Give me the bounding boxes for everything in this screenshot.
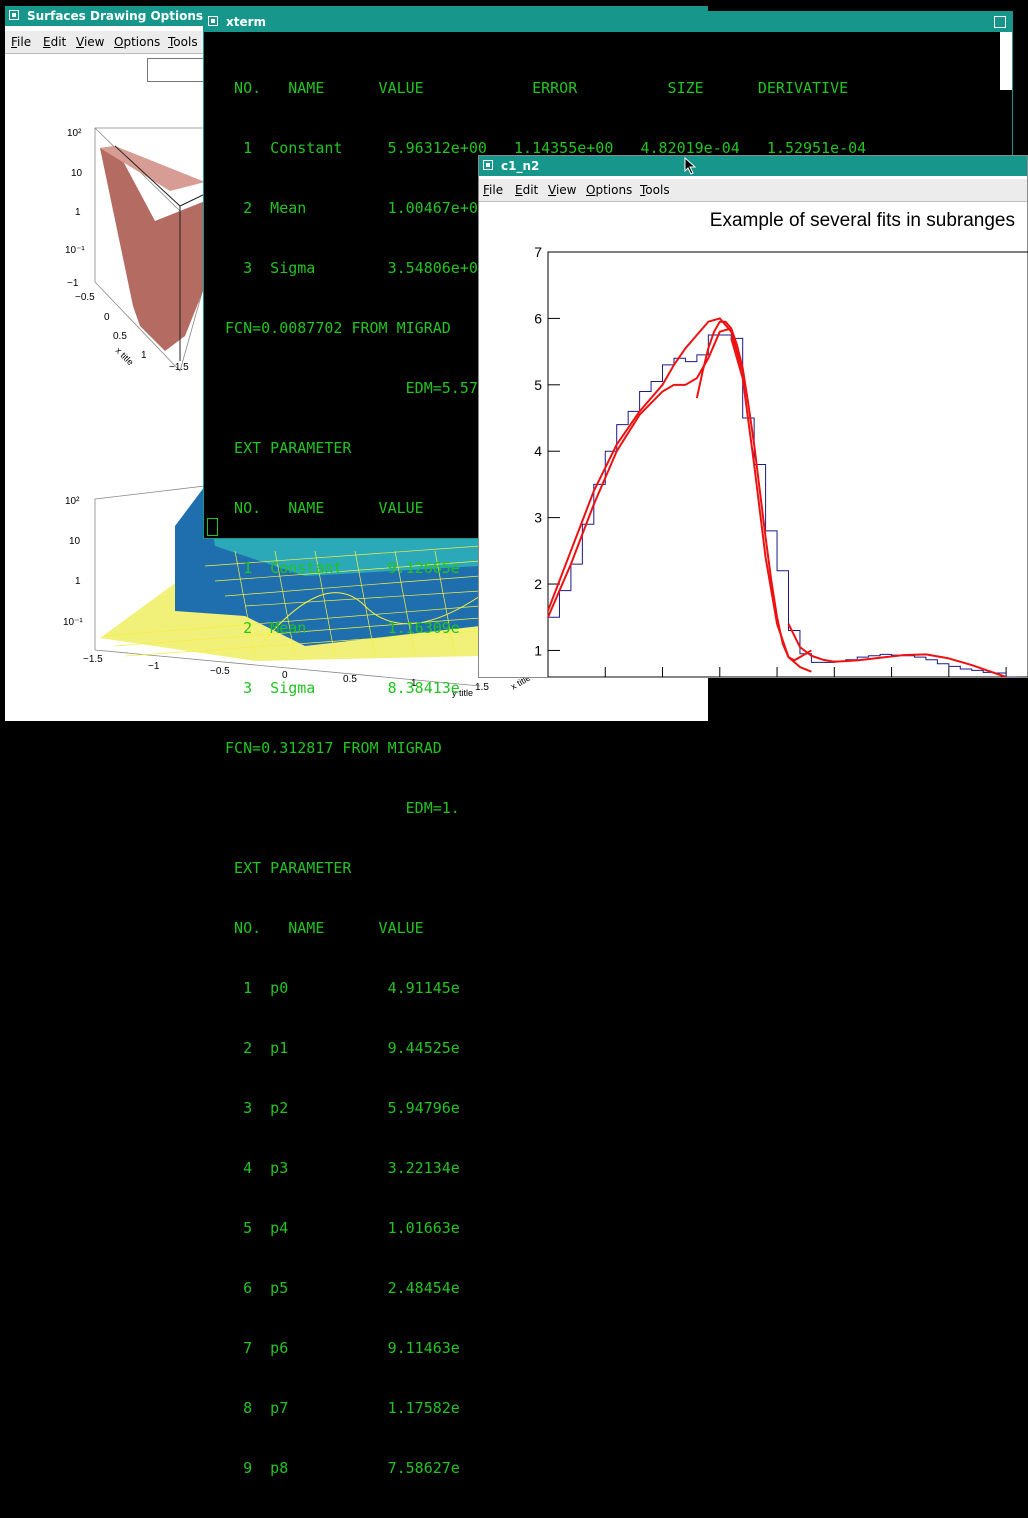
terminal-line: 4 p3 3.22134e <box>216 1159 460 1177</box>
fit-plot[interactable]: Example of several fits in subranges 859… <box>479 202 1028 677</box>
menu-edit[interactable]: Edit <box>515 183 538 197</box>
canvas-menubar: File Edit View Options Tools <box>479 179 1027 202</box>
plot2-z-tick: 10⁻¹ <box>63 617 83 628</box>
plot2-x-tick: −1.5 <box>83 654 103 665</box>
terminal-line: NO. NAME VALUE ERROR SIZE DERIVATIVE <box>216 79 849 97</box>
canvas-title: c1_n2 <box>501 159 540 173</box>
terminal-line: 3 p2 5.94796e <box>216 1099 460 1117</box>
plot2-x-tick: −1 <box>148 661 160 672</box>
y-tick-label: 3 <box>534 510 542 526</box>
fit-curves <box>547 317 1007 677</box>
terminal-line: NO. NAME VALUE <box>216 919 424 937</box>
terminal-line: 3 Sigma 8.38413e <box>216 679 460 697</box>
terminal-line: 9 p8 7.58627e <box>216 1459 460 1477</box>
fit-curve <box>787 623 1007 677</box>
menu-view[interactable]: View <box>548 183 576 197</box>
terminal-line: 1 p0 4.91145e <box>216 979 460 997</box>
xterm-titlebar[interactable]: xterm <box>204 12 1012 32</box>
xterm-scrollbar[interactable] <box>1000 32 1012 90</box>
terminal-line: 5 p4 1.01663e <box>216 1219 460 1237</box>
y-tick-label: 4 <box>534 443 542 459</box>
y-tick-label: 5 <box>534 377 542 393</box>
plot2-z-tick: 10 <box>69 536 81 547</box>
window-menu-icon[interactable] <box>208 16 218 26</box>
fit-curve <box>730 338 812 673</box>
plot2-z-tick: 10² <box>65 496 80 507</box>
y-tick-label: 2 <box>534 576 542 592</box>
maximize-icon[interactable] <box>994 16 1006 28</box>
plot1-z-tick: −1 <box>67 278 79 289</box>
y-tick-label: 1 <box>534 642 542 658</box>
fit-curve <box>547 327 732 618</box>
canvas-window: c1_n2 File Edit View Options Tools Examp… <box>478 155 1028 678</box>
terminal-line: 8 p7 1.17582e <box>216 1399 460 1417</box>
plot1-x-tick: 0.5 <box>113 331 127 342</box>
terminal-line: EXT PARAMETER <box>216 859 352 877</box>
window-menu-icon[interactable] <box>483 160 493 170</box>
xterm-title: xterm <box>226 15 267 29</box>
menu-tools[interactable]: Tools <box>640 183 670 197</box>
histogram-step <box>548 334 1019 677</box>
plot1-x-tick: −1.5 <box>169 362 189 373</box>
terminal-line: EDM=1. <box>216 799 460 817</box>
plot1-x-tick: 0 <box>104 312 110 323</box>
menu-file[interactable]: File <box>483 183 503 197</box>
plot1-x-tick: −0.5 <box>75 292 95 303</box>
plot1-z-tick: 1 <box>75 207 81 218</box>
mouse-pointer-icon <box>684 157 697 175</box>
plot1-z-tick: 10⁻¹ <box>65 245 85 256</box>
plot1-z-tick: 10² <box>67 128 82 139</box>
terminal-line: 2 p1 9.44525e <box>216 1039 460 1057</box>
fit-curve <box>547 317 744 611</box>
histogram <box>548 334 1019 677</box>
x-axis: 859095100105110115120125 <box>547 667 1007 677</box>
plot2-z-tick: 1 <box>75 576 81 587</box>
fit-curve <box>695 320 812 662</box>
surface-plot-1: 10² 10 1 10⁻¹ −1 −0.5 0 0.5 1 −1.5 x tit… <box>65 127 206 373</box>
terminal-line: FCN=0.312817 FROM MIGRAD <box>216 739 442 757</box>
plot1-x-title: x title <box>114 345 136 367</box>
terminal-cursor <box>207 518 218 536</box>
chart-title: Example of several fits in subranges <box>710 210 1015 231</box>
terminal-line: 6 p5 2.48454e <box>216 1279 460 1297</box>
y-tick-label: 6 <box>534 310 542 326</box>
canvas-titlebar[interactable]: c1_n2 <box>479 156 1027 176</box>
plot1-z-tick: 10 <box>71 168 83 179</box>
y-tick-label: 7 <box>534 244 542 260</box>
terminal-line: 7 p6 9.11463e <box>216 1339 460 1357</box>
menu-options[interactable]: Options <box>586 183 632 197</box>
plot1-x-tick: 1 <box>141 350 147 361</box>
